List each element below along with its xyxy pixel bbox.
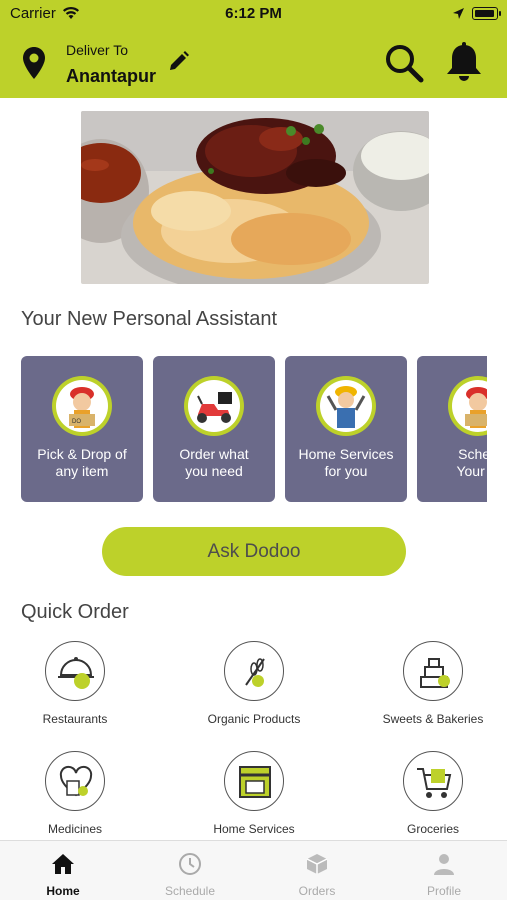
user-icon (434, 854, 454, 875)
location-services-icon (453, 8, 464, 19)
assistant-card-order[interactable]: Order what you need (153, 356, 275, 502)
promo-banner[interactable] (81, 111, 429, 284)
assistant-card-label: Sched Your O (456, 446, 487, 479)
quick-order-label: Groceries (406, 822, 459, 836)
medicine-icon (45, 751, 105, 811)
delivery-person-icon: DO (52, 376, 112, 436)
ask-dodoo-button[interactable]: Ask Dodoo (102, 527, 406, 576)
home-shop-icon (224, 751, 284, 811)
assistant-card-label: Pick & Drop of any item (37, 446, 127, 479)
box-icon (306, 854, 328, 874)
assistant-card-label: Order what you need (179, 446, 249, 479)
quick-order-label: Restaurants (42, 712, 108, 726)
location-pin-icon[interactable] (22, 46, 46, 80)
biryani-banner-image (81, 111, 429, 284)
assistant-section-title: Your New Personal Assistant (21, 308, 278, 330)
search-icon[interactable] (383, 42, 425, 84)
tab-home[interactable]: Home (0, 841, 126, 900)
quick-order-home-services[interactable]: Home Services (174, 751, 334, 851)
tab-label: Orders (298, 884, 336, 898)
quick-order-restaurants[interactable]: Restaurants (0, 641, 155, 741)
delivery-city[interactable]: Anantapur (66, 66, 156, 87)
header: Deliver To Anantapur (0, 28, 507, 98)
cake-icon (403, 641, 463, 701)
svg-text:DO: DO (72, 419, 81, 425)
bottom-tab-bar: Home Schedule Orders Profile (0, 840, 507, 900)
assistant-card-label: Home Services for you (298, 446, 394, 479)
quick-order-title: Quick Order (21, 601, 129, 623)
battery-icon (472, 7, 501, 20)
assistant-card-schedule[interactable]: Sched Your O (417, 356, 487, 502)
tab-schedule[interactable]: Schedule (127, 841, 253, 900)
home-icon (52, 854, 74, 874)
tab-label: Home (46, 884, 80, 898)
tab-label: Profile (426, 884, 461, 898)
quick-order-groceries[interactable]: Groceries (353, 751, 507, 851)
organic-wheat-icon (224, 641, 284, 701)
assistant-card-home-services[interactable]: Home Services for you (285, 356, 407, 502)
restaurant-cloche-icon (45, 641, 105, 701)
tab-orders[interactable]: Orders (254, 841, 380, 900)
quick-order-organic[interactable]: Organic Products (174, 641, 334, 741)
grocery-cart-icon (403, 751, 463, 811)
edit-pencil-icon[interactable] (168, 50, 190, 72)
status-time: 6:12 PM (225, 5, 282, 22)
handyman-icon (316, 376, 376, 436)
quick-order-sweets[interactable]: Sweets & Bakeries (353, 641, 507, 741)
quick-order-label: Organic Products (207, 712, 301, 726)
quick-order-label: Medicines (47, 822, 103, 836)
top-bar: Carrier 6:12 PM Deliver To Anantapur (0, 0, 507, 98)
clock-icon (179, 853, 201, 875)
tab-label: Schedule (164, 884, 216, 898)
tab-profile[interactable]: Profile (381, 841, 507, 900)
quick-order-medicines[interactable]: Medicines (0, 751, 155, 851)
deliver-to-label: Deliver To (66, 42, 128, 58)
bell-icon[interactable] (444, 42, 484, 84)
assistant-cards-carousel[interactable]: DO Pick & Drop of any item Order what yo… (21, 356, 487, 502)
status-bar: Carrier 6:12 PM (0, 0, 507, 28)
scooter-icon (184, 376, 244, 436)
quick-order-label: Home Services (213, 822, 295, 836)
assistant-card-pick-drop[interactable]: DO Pick & Drop of any item (21, 356, 143, 502)
delivery-person-icon (448, 376, 487, 436)
quick-order-label: Sweets & Bakeries (382, 712, 484, 726)
